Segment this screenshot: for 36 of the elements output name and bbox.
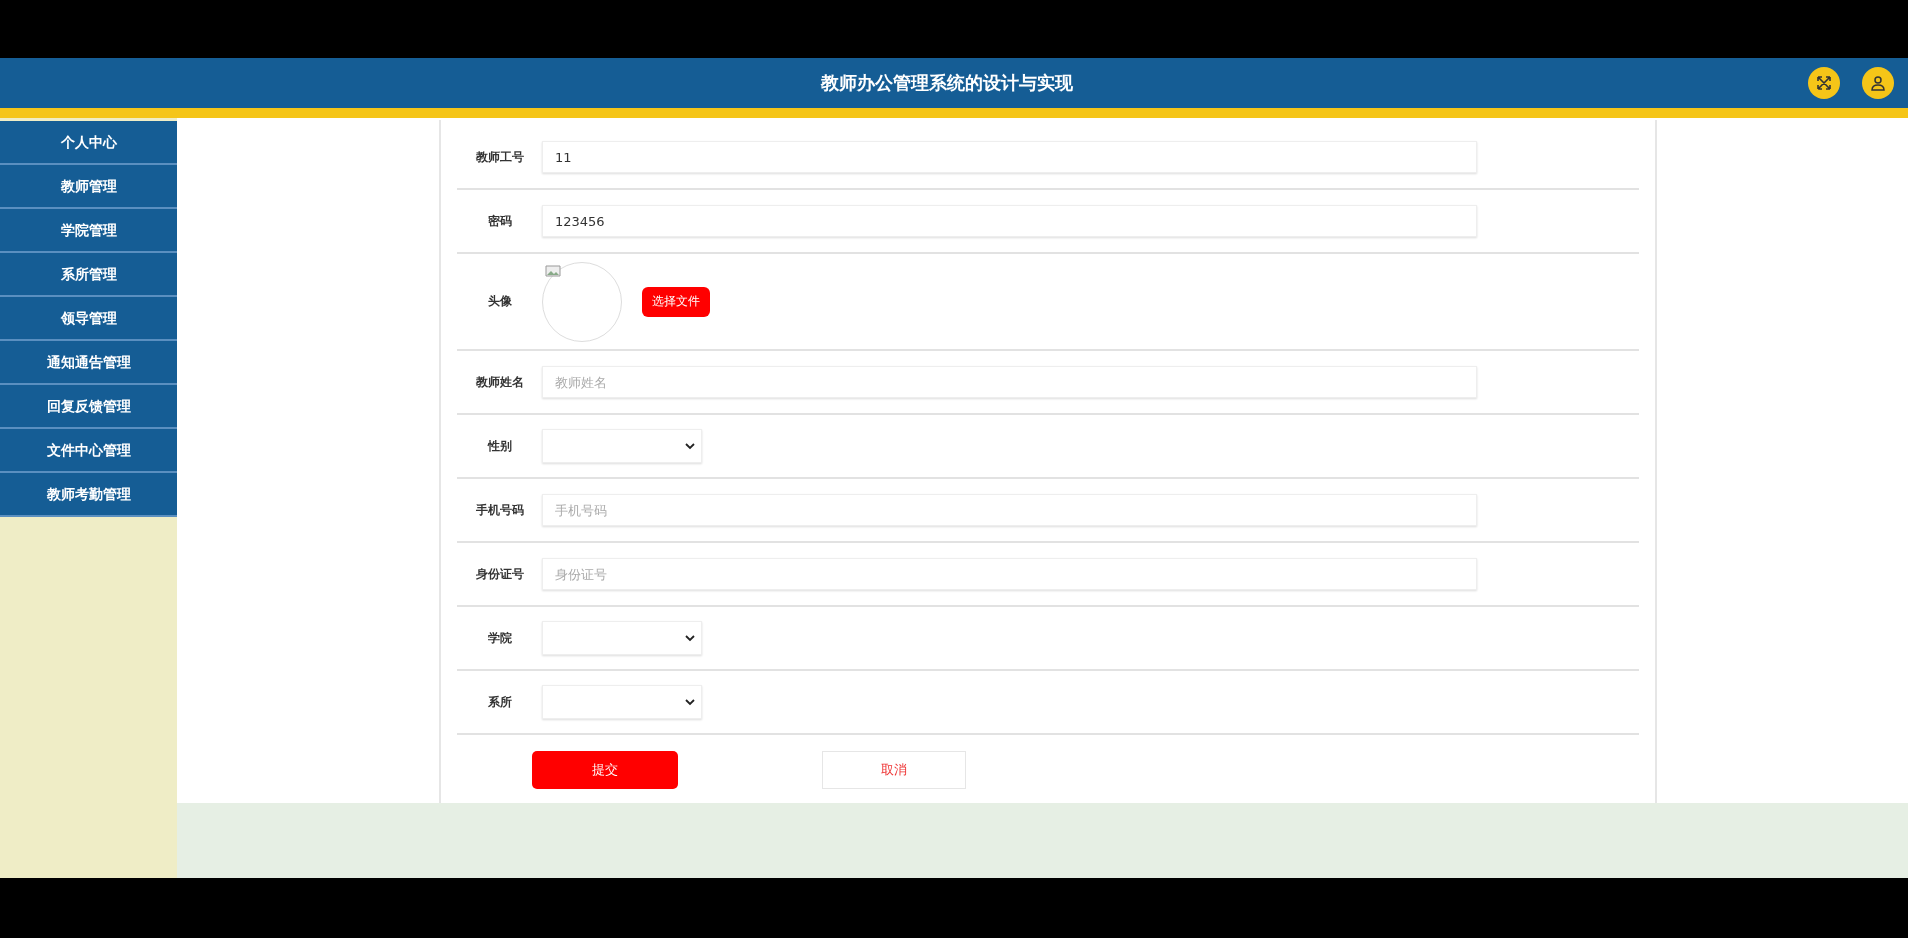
sidebar-item[interactable]: 教师考勤管理 — [0, 473, 177, 517]
fullscreen-icon[interactable] — [1808, 67, 1840, 99]
sidebar-item[interactable]: 通知通告管理 — [0, 341, 177, 385]
input-field[interactable]: 123456 — [542, 205, 1477, 237]
field-label: 密码 — [486, 212, 513, 230]
broken-image-icon — [545, 264, 561, 277]
input-field[interactable]: 身份证号 — [542, 558, 1477, 590]
app-title: 教师办公管理系统的设计与实现 — [819, 71, 1074, 95]
select-field[interactable] — [542, 685, 702, 719]
input-field[interactable]: 教师姓名 — [542, 366, 1477, 398]
sidebar-item[interactable]: 领导管理 — [0, 297, 177, 341]
sidebar-item[interactable]: 教师管理 — [0, 165, 177, 209]
field-label: 身份证号 — [474, 565, 525, 583]
sidebar-item[interactable]: 文件中心管理 — [0, 429, 177, 473]
user-icon[interactable] — [1862, 67, 1894, 99]
input-field[interactable]: 手机号码 — [542, 494, 1477, 526]
field-label: 性别 — [486, 437, 513, 455]
chevron-icon — [685, 698, 695, 706]
sidebar-item[interactable]: 系所管理 — [0, 253, 177, 297]
select-field[interactable] — [542, 621, 702, 655]
sidebar-item[interactable]: 学院管理 — [0, 209, 177, 253]
field-label: 学院 — [486, 629, 513, 647]
select-field[interactable] — [542, 429, 702, 463]
sidebar-item[interactable]: 回复反馈管理 — [0, 385, 177, 429]
field-label: 头像 — [486, 293, 513, 310]
field-label: 教师姓名 — [474, 373, 525, 391]
field-label: 教师工号 — [474, 148, 525, 166]
chevron-icon — [685, 442, 695, 450]
sidebar-item[interactable]: 个人中心 — [0, 121, 177, 165]
submit-button[interactable]: 提交 — [532, 751, 678, 789]
field-label: 系所 — [486, 693, 513, 711]
chevron-icon — [685, 634, 695, 642]
input-field[interactable]: 11 — [542, 141, 1477, 173]
cancel-button[interactable]: 取消 — [822, 751, 966, 789]
field-label: 手机号码 — [474, 501, 525, 519]
choose-file-button[interactable]: 选择文件 — [642, 286, 710, 317]
